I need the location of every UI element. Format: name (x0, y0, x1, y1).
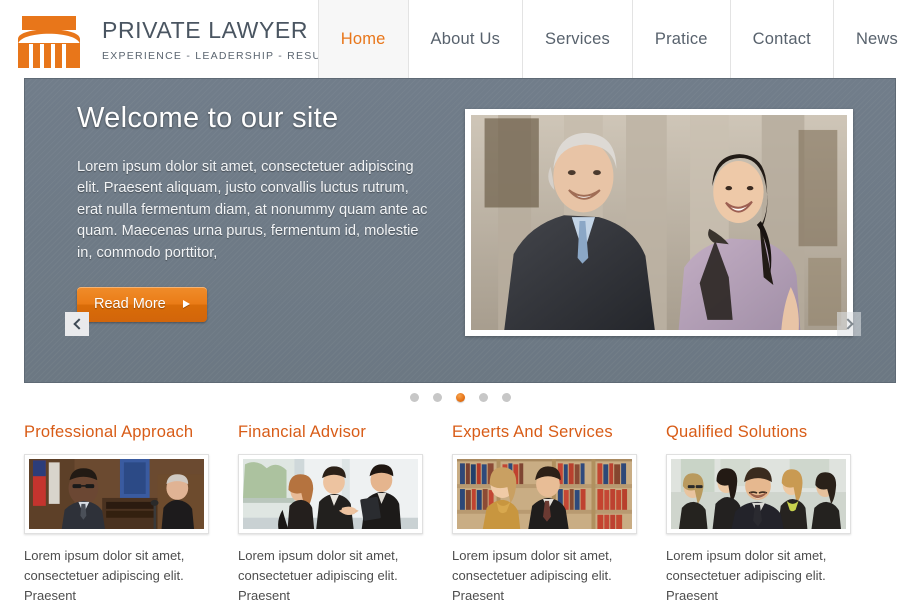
card-text: Lorem ipsum dolor sit amet, consectetuer… (666, 547, 827, 600)
feature-card: Financial Advisor Lorem ipsum dolor sit … (238, 423, 430, 600)
card-image-frame[interactable] (24, 453, 209, 534)
card-image-team (671, 458, 846, 529)
chevron-left-icon (72, 318, 85, 330)
feature-card: Experts And Services Lorem ipsum dolor s… (452, 423, 644, 600)
hero-title: Welcome to our site (77, 102, 339, 134)
feature-cards: Professional Approach Lorem ipsum dolor … (0, 411, 920, 600)
nav-item-news[interactable]: News (832, 0, 920, 78)
hero-body-text: Lorem ipsum dolor sit amet, consectetuer… (77, 158, 428, 261)
card-title[interactable]: Professional Approach (24, 423, 216, 443)
card-text: Lorem ipsum dolor sit amet, consectetuer… (452, 547, 613, 600)
card-image-frame[interactable] (238, 453, 423, 534)
read-more-button[interactable]: Read More (77, 287, 207, 323)
feature-card: Qualified Solutions Lorem ipsum dolor si… (666, 423, 858, 600)
carousel-prev-button[interactable] (65, 312, 89, 336)
hero-banner: Welcome to our site Lorem ipsum dolor si… (24, 78, 896, 383)
brand-logo[interactable]: PRIVATE LAWYER EXPERIENCE - LEADERSHIP -… (0, 0, 344, 68)
card-image-library (457, 458, 632, 529)
card-text: Lorem ipsum dolor sit amet, consectetuer… (24, 547, 185, 600)
card-title[interactable]: Qualified Solutions (666, 423, 858, 443)
card-image-frame[interactable] (452, 453, 637, 534)
feature-card: Professional Approach Lorem ipsum dolor … (24, 423, 216, 600)
courthouse-icon (18, 16, 80, 68)
card-text: Lorem ipsum dolor sit amet, consectetuer… (238, 547, 399, 600)
brand-tagline: EXPERIENCE - LEADERSHIP - RESULTS (102, 50, 344, 63)
nav-item-home[interactable]: Home (317, 0, 408, 78)
read-more-label: Read More (94, 296, 166, 313)
play-arrow-icon (182, 300, 190, 309)
hero-image-frame (465, 109, 853, 336)
hero-image (471, 115, 847, 330)
carousel-next-button[interactable] (837, 312, 861, 336)
card-image-frame[interactable] (666, 453, 851, 534)
carousel-dot-4[interactable] (478, 392, 488, 402)
nav-item-about-us[interactable]: About Us (407, 0, 523, 78)
main-navigation: Home About Us Services Pratice Contact N… (317, 0, 920, 78)
card-title[interactable]: Financial Advisor (238, 423, 430, 443)
site-header: PRIVATE LAWYER EXPERIENCE - LEADERSHIP -… (0, 0, 920, 78)
hero-copy: Welcome to our site Lorem ipsum dolor si… (77, 101, 437, 323)
card-image-courtroom (29, 458, 204, 529)
card-title[interactable]: Experts And Services (452, 423, 644, 443)
brand-title: PRIVATE LAWYER (102, 17, 309, 43)
carousel-pagination (0, 383, 920, 411)
carousel-dot-5[interactable] (501, 392, 511, 402)
card-image-handshake (243, 458, 418, 529)
carousel-dot-3[interactable] (455, 392, 465, 402)
chevron-right-icon (841, 318, 854, 330)
nav-item-contact[interactable]: Contact (729, 0, 833, 78)
carousel-dot-1[interactable] (409, 392, 419, 402)
nav-item-services[interactable]: Services (522, 0, 632, 78)
carousel-dot-2[interactable] (432, 392, 442, 402)
nav-item-pratice[interactable]: Pratice (631, 0, 730, 78)
